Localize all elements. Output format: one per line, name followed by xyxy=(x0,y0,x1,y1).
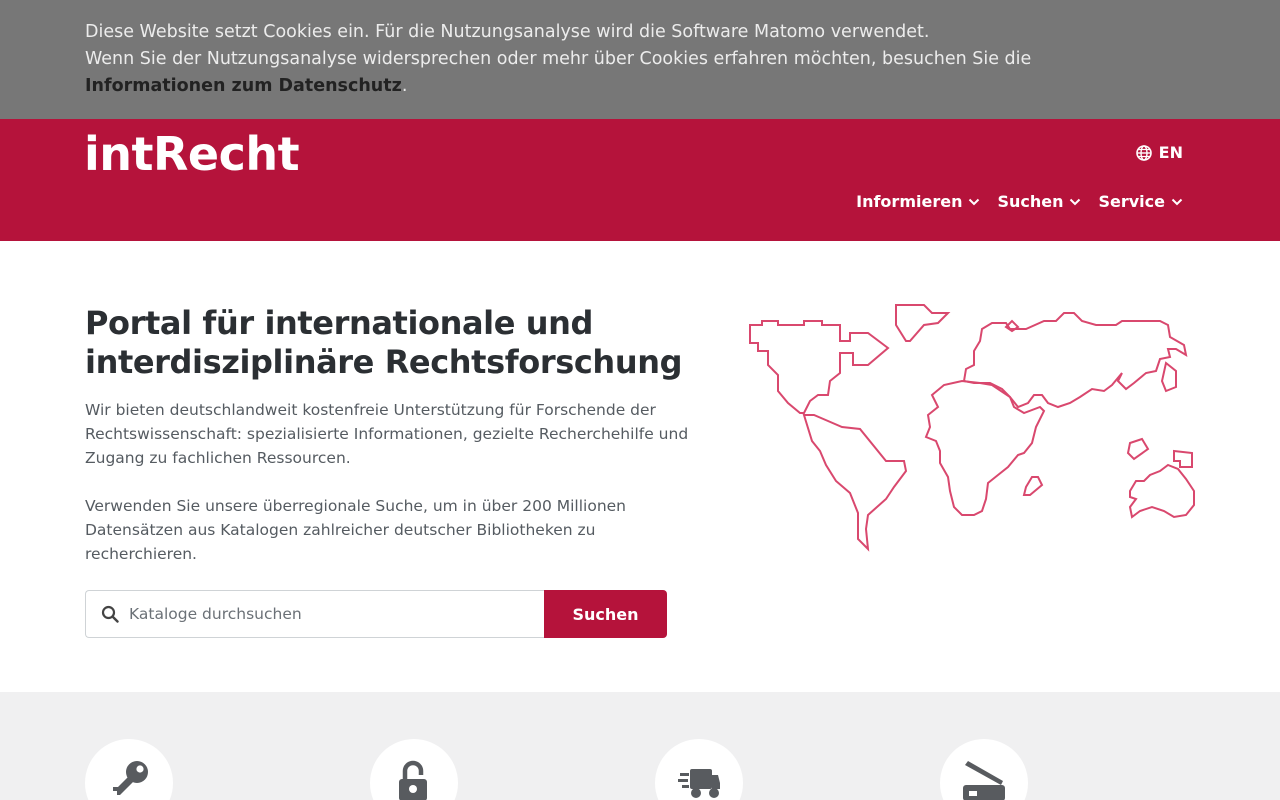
nav-label: Service xyxy=(1098,192,1165,211)
features-section xyxy=(0,692,1280,800)
scanner-icon xyxy=(963,761,1005,800)
map-new-guinea xyxy=(1173,449,1193,468)
language-label: EN xyxy=(1158,143,1183,162)
feature-scan[interactable] xyxy=(940,739,1028,800)
search-button[interactable]: Suchen xyxy=(544,590,667,638)
privacy-info-link[interactable]: Informationen zum Datenschutz xyxy=(85,76,402,96)
catalog-search-box xyxy=(85,590,545,638)
main-nav: Informieren Suchen Service xyxy=(856,192,1183,211)
map-south-america xyxy=(802,414,908,552)
chevron-down-icon xyxy=(1171,198,1183,205)
cookie-text-line2: Wenn Sie der Nutzungsanalyse widersprech… xyxy=(85,49,1032,69)
catalog-search-input[interactable] xyxy=(129,605,529,623)
cookie-text-trailing: . xyxy=(401,76,408,96)
map-madagascar xyxy=(1022,476,1044,496)
map-eurasia xyxy=(962,312,1188,409)
map-australia xyxy=(1128,463,1195,519)
chevron-down-icon xyxy=(969,198,980,205)
hero-title: Portal für internationale und interdiszi… xyxy=(85,304,683,381)
feature-access[interactable] xyxy=(85,739,173,800)
delivery-truck-icon xyxy=(678,769,720,798)
world-map-illustration xyxy=(749,304,1195,552)
language-switch[interactable]: EN xyxy=(1135,143,1183,162)
cookie-banner: Diese Website setzt Cookies ein. Für die… xyxy=(0,0,1280,119)
nav-item-suchen[interactable]: Suchen xyxy=(997,192,1081,211)
map-greenland xyxy=(895,304,951,342)
hero-paragraph-support: Wir bieten deutschlandweit kostenfreie U… xyxy=(85,401,689,467)
nav-label: Informieren xyxy=(856,192,963,211)
chevron-down-icon xyxy=(1070,198,1081,205)
nav-item-informieren[interactable]: Informieren xyxy=(856,192,980,211)
nav-item-service[interactable]: Service xyxy=(1098,192,1183,211)
hero-section: Portal für internationale und interdiszi… xyxy=(0,241,1280,692)
key-icon xyxy=(113,761,148,795)
map-north-america xyxy=(749,320,890,414)
nav-label: Suchen xyxy=(997,192,1064,211)
map-japan xyxy=(1160,361,1177,393)
hero-paragraph-search: Verwenden Sie unsere überregionale Suche… xyxy=(85,497,627,563)
globe-icon xyxy=(1135,144,1152,161)
map-indonesia xyxy=(1126,437,1150,461)
site-logo[interactable]: intRecht xyxy=(84,125,300,183)
open-lock-icon xyxy=(399,760,427,800)
feature-delivery[interactable] xyxy=(655,739,743,800)
site-header: intRecht EN Informieren Suchen Service xyxy=(0,119,1280,241)
cookie-text-line1: Diese Website setzt Cookies ein. Für die… xyxy=(85,22,930,42)
feature-open-access[interactable] xyxy=(370,739,458,800)
search-icon xyxy=(101,605,119,623)
